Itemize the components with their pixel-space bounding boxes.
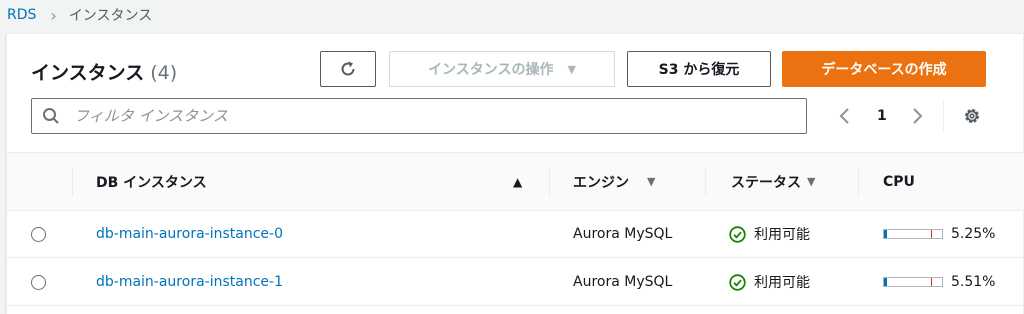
cpu-usage-bar — [883, 277, 943, 287]
row-select-radio[interactable] — [31, 275, 46, 290]
engine-cell: Aurora MySQL — [573, 274, 673, 290]
column-divider — [549, 167, 550, 196]
table-header: DB インスタンス ▲ エンジン ▼ ステータス ▼ CPU — [7, 152, 1024, 211]
row-select-radio[interactable] — [31, 227, 46, 242]
sort-caret-icon: ▼ — [807, 175, 816, 188]
pagination: 1 — [837, 104, 925, 128]
panel-title-text: インスタンス — [31, 62, 145, 84]
status-text: 利用可能 — [754, 227, 810, 243]
cpu-threshold-marker — [931, 230, 932, 238]
column-divider — [72, 167, 73, 196]
breadcrumb-rds-link[interactable]: RDS — [7, 7, 36, 23]
caret-down-icon: ▼ — [567, 62, 576, 76]
divider — [943, 101, 944, 131]
cpu-cell: 5.25% — [883, 211, 995, 257]
filter-search — [31, 98, 807, 134]
cpu-value: 5.51% — [951, 274, 996, 290]
instance-count: (4) — [150, 62, 178, 84]
column-header-engine[interactable]: エンジン ▼ — [573, 153, 655, 210]
breadcrumb-separator-icon: › — [50, 5, 57, 25]
engine-header-label: エンジン — [573, 174, 629, 191]
column-divider — [705, 167, 706, 196]
check-circle-icon — [729, 273, 746, 291]
sort-ascending-icon[interactable]: ▲ — [513, 175, 522, 189]
sort-caret-icon: ▼ — [647, 175, 656, 188]
cpu-usage-fill — [884, 278, 887, 286]
refresh-icon — [341, 61, 355, 76]
gear-icon[interactable] — [962, 106, 982, 126]
column-header-status[interactable]: ステータス ▼ — [731, 153, 815, 210]
instance-actions-label: インスタンスの操作 — [428, 62, 554, 78]
chevron-right-icon[interactable] — [909, 106, 925, 126]
breadcrumb: RDS › インスタンス — [7, 4, 152, 26]
current-page-number[interactable]: 1 — [877, 108, 887, 124]
engine-cell: Aurora MySQL — [573, 226, 673, 242]
search-input[interactable] — [74, 107, 774, 125]
search-icon — [43, 108, 59, 124]
instance-name-link[interactable]: db-main-aurora-instance-0 — [96, 226, 283, 242]
status-cell: 利用可能 — [729, 259, 810, 305]
column-header-cpu[interactable]: CPU — [883, 153, 915, 210]
create-database-button[interactable]: データベースの作成 — [782, 51, 986, 87]
refresh-button[interactable] — [320, 51, 376, 87]
instance-actions-button[interactable]: インスタンスの操作 ▼ — [389, 51, 615, 87]
cpu-usage-fill — [884, 230, 887, 238]
chevron-left-icon[interactable] — [837, 106, 853, 126]
cpu-cell: 5.51% — [883, 259, 995, 305]
page-title: インスタンス (4) — [31, 58, 177, 85]
cpu-value: 5.25% — [951, 226, 996, 242]
restore-from-s3-button[interactable]: S3 から復元 — [627, 51, 771, 87]
column-divider — [858, 167, 859, 196]
instance-name-link[interactable]: db-main-aurora-instance-1 — [96, 274, 283, 290]
status-cell: 利用可能 — [729, 211, 810, 257]
cpu-usage-bar — [883, 229, 943, 239]
table-row: db-main-aurora-instance-1 Aurora MySQL 利… — [7, 259, 1024, 306]
check-circle-icon — [729, 225, 746, 243]
cpu-threshold-marker — [931, 278, 932, 286]
status-text: 利用可能 — [754, 275, 810, 291]
column-header-db-instance[interactable]: DB インスタンス — [96, 153, 207, 210]
status-header-label: ステータス — [731, 174, 801, 191]
table-row: db-main-aurora-instance-0 Aurora MySQL 利… — [7, 211, 1024, 258]
breadcrumb-current: インスタンス — [68, 8, 153, 24]
instances-panel: インスタンス (4) インスタンスの操作 ▼ S3 から復元 データベースの作成 … — [6, 33, 1024, 314]
